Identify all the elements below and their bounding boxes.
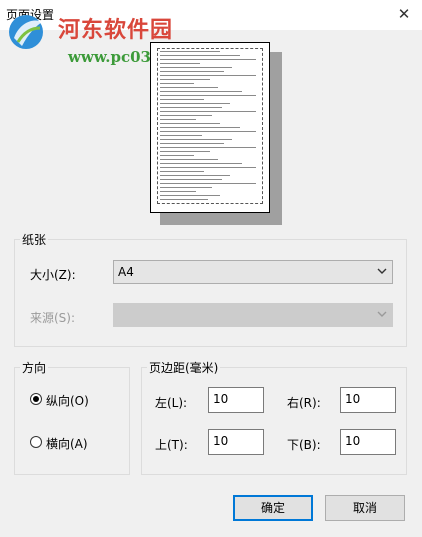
portrait-radio-label[interactable]: 纵向(O) [46,392,89,409]
cancel-button[interactable]: 取消 [325,495,405,521]
left-margin-label: 左(L): [155,396,188,410]
bottom-margin-value: 10 [345,434,361,448]
chevron-down-icon [377,268,387,274]
margins-group [141,367,407,475]
landscape-radio-indicator[interactable] [30,436,42,448]
page-preview [150,42,270,213]
orientation-group [14,367,130,475]
page-preview-margin [157,48,263,204]
chevron-down-icon [377,311,387,317]
close-button[interactable]: ✕ [392,3,416,25]
bottom-margin-input[interactable]: 10 [340,429,396,455]
portrait-radio-indicator[interactable] [30,393,42,405]
paper-group-label: 纸张 [20,231,49,248]
left-margin-input[interactable]: 10 [208,387,264,413]
landscape-radio-label[interactable]: 横向(A) [46,435,88,452]
right-margin-input[interactable]: 10 [340,387,396,413]
watermark-brand: 河东软件园 [58,17,174,43]
right-margin-value: 10 [345,392,361,406]
ok-button[interactable]: 确定 [233,495,313,521]
orientation-group-label: 方向 [20,359,49,376]
top-margin-value: 10 [213,434,229,448]
watermark-logo-icon [9,15,43,49]
left-margin-value: 10 [213,392,229,406]
paper-size-select[interactable]: A4 [113,260,393,284]
bottom-margin-label: 下(B): [287,438,321,452]
paper-source-select [113,303,393,327]
paper-source-label: 来源(S): [30,311,76,325]
top-margin-input[interactable]: 10 [208,429,264,455]
top-margin-label: 上(T): [155,438,188,452]
paper-group [14,239,407,347]
right-margin-label: 右(R): [287,396,321,410]
margins-group-label: 页边距(毫米) [147,359,221,376]
paper-size-value: A4 [118,265,134,279]
paper-size-label: 大小(Z): [30,268,76,282]
